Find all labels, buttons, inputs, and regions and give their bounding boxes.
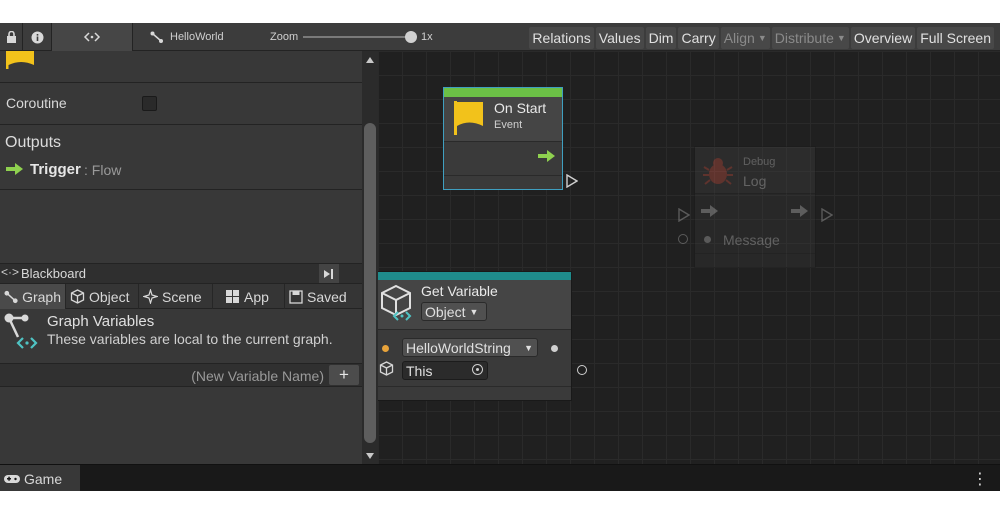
dock-button[interactable] [319,264,339,283]
graph-inspector-panel: Coroutine Outputs Trigger : Flow <·> Bla… [0,51,362,464]
blackboard-header: <·> Blackboard [0,263,362,284]
info-icon[interactable] [23,23,51,51]
node-subtitle: Event [494,119,523,131]
get-variable-node[interactable]: Get Variable Object ▼ HelloWorldString ▼ T… [378,271,572,401]
caret-down-icon: ▼ [469,306,479,317]
code-icon: <·> [1,265,20,279]
scene-icon [143,289,158,304]
flow-arrow-icon [791,205,808,220]
cube-icon [379,361,394,379]
name-input-dot [382,345,389,352]
node-subtitle: Debug [743,156,776,168]
app-icon [226,290,239,303]
variable-kind-dropdown[interactable]: Object ▼ [421,302,487,321]
zoom-label: Zoom [270,31,299,43]
caret-down-icon: ▼ [524,342,533,353]
zoom-slider[interactable] [303,31,417,43]
full-screen-button[interactable]: Full Screen [917,27,994,49]
tab-graph[interactable]: Graph [0,284,66,309]
variable-cube-icon [380,284,414,327]
node-title: Get Variable [421,283,498,299]
bug-icon [703,156,733,189]
outputs-header: Outputs [5,134,62,151]
message-port-dot [704,236,711,243]
flow-arrow-icon [6,163,23,178]
graph-icon [4,290,18,303]
trigger-port-name: Trigger [30,161,81,178]
distribute-dropdown[interactable]: Distribute ▼ [771,27,849,49]
dim-button[interactable]: Dim [645,27,677,49]
graph-variables-icon [4,313,40,354]
node-header: Debug Log [695,147,815,194]
tab-game[interactable]: Game [0,465,80,491]
graph-variables-description: These variables are local to the current… [47,331,333,347]
bottom-tab-bar: Game ⋮ [0,464,1000,491]
value-output-dot [551,345,558,352]
on-start-node[interactable]: On Start Event [443,87,563,190]
node-header: On Start Event [444,97,562,142]
enter-input-port[interactable] [678,207,691,225]
zoom-value: 1x [421,31,433,43]
cube-icon [70,289,85,304]
more-options-icon[interactable]: ⋮ [972,469,988,489]
toolbar-buttons: Relations Values Dim Carry Align ▼ Distri… [529,27,994,49]
graph-toolbar: HelloWorld Zoom 1x Relations Values Dim … [0,23,1000,51]
value-output-port[interactable] [577,365,587,375]
caret-down-icon: ▼ [757,33,767,43]
align-dropdown[interactable]: Align ▼ [720,27,770,49]
dock-icon [324,268,333,279]
node-accent-bar [378,272,571,280]
scrollbar-thumb[interactable] [364,123,376,443]
breadcrumb[interactable]: HelloWorld [150,23,240,51]
trigger-port-type: : Flow [84,162,122,178]
message-port-label: Message [723,232,780,248]
graph-variables-title: Graph Variables [47,313,155,330]
coroutine-label: Coroutine [6,95,67,111]
overview-button[interactable]: Overview [850,27,916,49]
relations-button[interactable]: Relations [529,27,594,49]
target-object-field[interactable]: This [402,361,488,380]
scroll-down-icon[interactable] [366,453,374,459]
new-variable-name-input[interactable]: (New Variable Name) [191,368,324,384]
graph-icon [150,31,163,43]
target-picker-icon[interactable] [472,364,483,375]
gamepad-icon [4,474,20,483]
event-flag-icon [454,101,484,138]
debug-log-node[interactable]: Debug Log Message [694,146,816,268]
flow-arrow-icon [701,205,718,220]
scroll-up-icon[interactable] [366,57,374,63]
tab-app[interactable]: App [213,284,285,309]
message-input-port[interactable] [678,234,688,244]
tab-object[interactable]: Object [66,284,139,309]
coroutine-checkbox[interactable] [142,96,157,111]
saved-icon [289,289,303,304]
tab-scene[interactable]: Scene [139,284,213,309]
node-header: Get Variable Object ▼ [378,280,571,330]
event-flag-icon [6,51,36,72]
blackboard-title: Blackboard [21,266,87,281]
tab-saved[interactable]: Saved [285,284,362,309]
flow-arrow-icon [538,150,555,165]
add-variable-button[interactable]: + [329,365,359,385]
carry-button[interactable]: Carry [678,27,719,49]
variable-name-dropdown[interactable]: HelloWorldString ▼ [402,338,538,357]
graph-canvas[interactable]: On Start Event Debug Log Message Get Var… [378,51,1000,464]
caret-down-icon: ▼ [836,33,846,43]
node-title: On Start [494,100,547,116]
inspector-scrollbar[interactable] [362,51,378,464]
lock-icon[interactable] [0,23,22,51]
node-accent-bar [444,88,562,97]
blackboard-tabs: Graph Object Scene App Saved [0,284,362,309]
values-button[interactable]: Values [595,27,644,49]
node-title: Log [743,173,767,189]
graph-name: HelloWorld [170,31,224,43]
exit-output-port[interactable] [821,207,834,225]
new-variable-row: (New Variable Name) + [0,363,362,387]
zoom-slider-handle[interactable] [405,31,417,43]
trigger-output-port[interactable] [566,173,579,191]
visual-scripting-window: HelloWorld Zoom 1x Relations Values Dim … [0,23,1000,491]
graph-inspector-toggle-icon[interactable] [52,23,132,51]
